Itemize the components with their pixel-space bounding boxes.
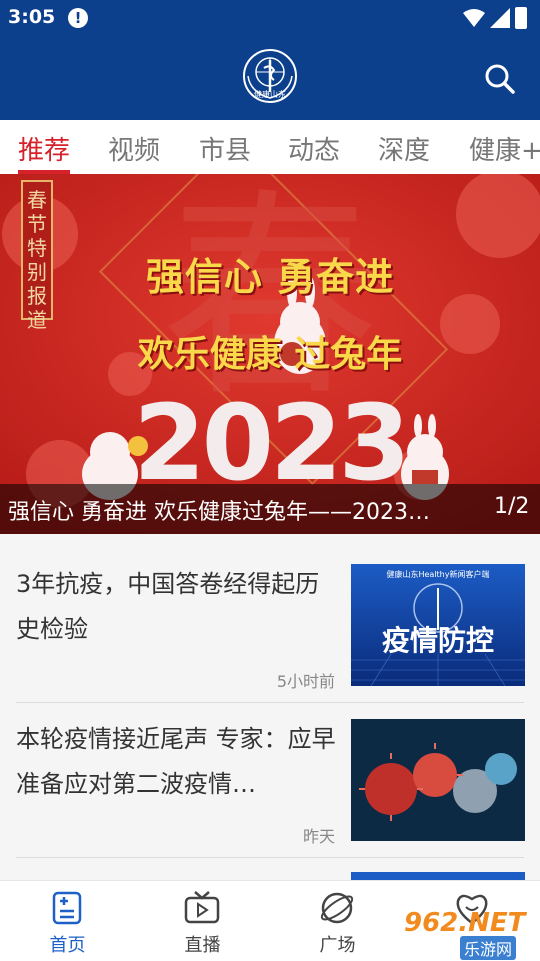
battery-icon xyxy=(515,7,527,29)
nav-label: 广场 xyxy=(319,935,356,956)
tab-county[interactable]: 市县 xyxy=(199,130,251,167)
news-time: 昨天 xyxy=(302,827,335,846)
news-item[interactable]: 3年抗疫，中国答卷经得起历史检验 5小时前 健康山东Healthy新闻客户端 疫… xyxy=(0,548,540,703)
site-watermark: 962.NET 乐游网 xyxy=(400,908,540,960)
news-title: 3年抗疫，中国答卷经得起历史检验 xyxy=(16,570,320,643)
category-tabs: 推荐 视频 市县 动态 深度 健康+ xyxy=(0,120,540,175)
news-thumbnail xyxy=(351,719,525,841)
banner-caption: 强信心 勇奋进 欢乐健康过兔年——2023… xyxy=(8,500,430,525)
tab-video[interactable]: 视频 xyxy=(108,130,160,167)
signal-icon xyxy=(490,8,510,28)
thumbnail-text: 疫情防控 xyxy=(382,624,494,657)
news-thumbnail xyxy=(351,872,525,880)
app-logo: 健康山东 xyxy=(243,49,297,103)
nav-label: 直播 xyxy=(184,935,221,956)
app-bar: 健康山东 xyxy=(0,36,540,120)
news-item[interactable]: 本轮疫情接近尾声 专家：应早准备应对第二波疫情… 昨天 xyxy=(0,703,540,858)
nav-home[interactable]: 首页 xyxy=(0,881,135,961)
tab-recommend[interactable]: 推荐 xyxy=(18,130,70,167)
nav-live[interactable]: 直播 xyxy=(135,881,270,961)
tab-health-plus[interactable]: 健康+ xyxy=(469,130,540,167)
logo-text: 健康山东 xyxy=(254,89,286,99)
banner-page-indicator: 1/2 xyxy=(494,494,530,519)
search-icon[interactable] xyxy=(484,63,516,95)
banner-headline-2: 欢乐健康 过兔年 xyxy=(137,334,403,375)
home-news-icon xyxy=(52,891,82,925)
thumbnail-header: 健康山东Healthy新闻客户端 xyxy=(386,569,489,579)
news-item[interactable] xyxy=(0,858,540,880)
planet-icon xyxy=(320,892,354,924)
banner-caption-bar: 强信心 勇奋进 欢乐健康过兔年——2023… 1/2 xyxy=(0,484,540,534)
tab-depth[interactable]: 深度 xyxy=(378,130,430,167)
nav-label: 首页 xyxy=(49,935,86,956)
watermark-number: 962.NET xyxy=(404,908,526,938)
tab-dynamic[interactable]: 动态 xyxy=(288,130,340,167)
news-thumbnail: 健康山东Healthy新闻客户端 疫情防控 xyxy=(351,564,525,686)
wifi-icon xyxy=(463,9,485,27)
news-title: 本轮疫情接近尾声 专家：应早准备应对第二波疫情… xyxy=(16,725,336,798)
tv-icon xyxy=(184,891,220,924)
nav-square[interactable]: 广场 xyxy=(270,881,405,961)
alert-icon: ! xyxy=(68,8,88,28)
featured-banner[interactable]: 春 春节特别报道 强信心 勇奋进 欢乐健康 过兔年 2023 强信心 勇奋进 欢… xyxy=(0,174,540,534)
status-time: 3:05 xyxy=(8,6,56,28)
banner-headline-1: 强信心 勇奋进 xyxy=(145,255,395,299)
news-time: 5小时前 xyxy=(276,672,335,691)
watermark-text: 乐游网 xyxy=(460,936,517,960)
status-bar: 3:05 ! xyxy=(0,0,540,36)
